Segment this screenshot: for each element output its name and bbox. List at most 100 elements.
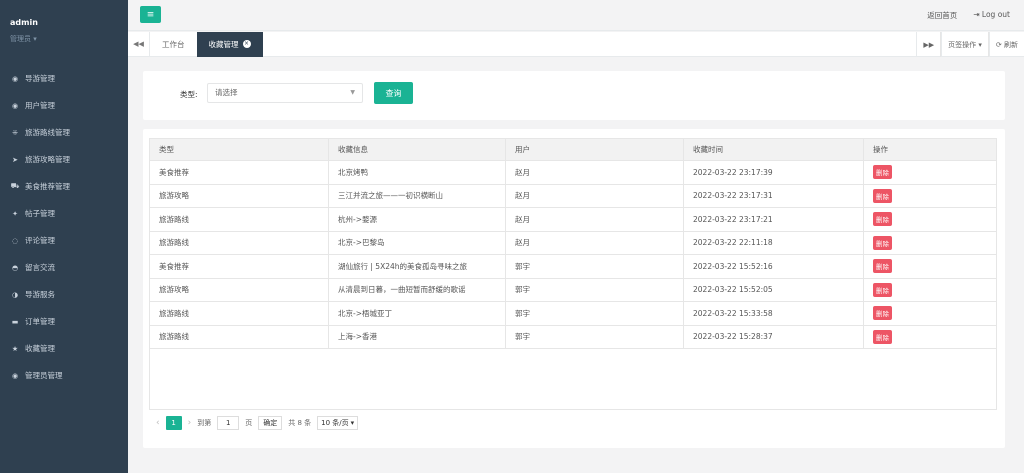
- current-page-button[interactable]: 1: [165, 416, 182, 430]
- sidebar-item[interactable]: ➤ 旅游攻略管理: [0, 146, 128, 173]
- type-select[interactable]: 请选择 ▼: [207, 83, 363, 103]
- logout-icon: ⇥: [973, 10, 980, 19]
- sidebar-item[interactable]: ◌ 评论管理: [0, 227, 128, 254]
- table-cell: 三江并流之旅——一初识横断山: [329, 184, 506, 207]
- sidebar-item-label: 订单管理: [25, 317, 55, 326]
- tab-options-dropdown[interactable]: 页签操作 ▾: [941, 32, 989, 57]
- double-left-arrow-icon: ◀◀: [133, 40, 144, 48]
- type-label: 类型:: [180, 90, 198, 99]
- table-cell: 旅游路线: [150, 302, 329, 325]
- table-cell: 旅游路线: [150, 231, 329, 254]
- delete-button[interactable]: 删除: [873, 329, 892, 344]
- tab-scroll-right-button[interactable]: ▶▶: [916, 32, 942, 57]
- table-cell: 赵月: [506, 161, 684, 184]
- double-right-arrow-icon: ▶▶: [923, 40, 935, 49]
- refresh-button[interactable]: ⟳ 刷新: [988, 32, 1024, 57]
- goto-prefix: 到第: [197, 419, 212, 427]
- table-cell: 郭宇: [506, 325, 684, 348]
- sidebar-item[interactable]: ✦ 帖子管理: [0, 200, 128, 227]
- tab-favorites[interactable]: 收藏管理 ×: [196, 31, 263, 57]
- table-body: 美食推荐 北京烤鸭 赵月 2022-03-22 23:17:39 删除 旅游攻略 三江并流之…: [150, 161, 996, 349]
- table-cell: 2022-03-22 23:17:31: [684, 184, 864, 207]
- column-header: 收藏时间: [684, 139, 864, 160]
- table-cell: 旅游路线: [150, 208, 329, 231]
- table-cell: 北京->巴黎岛: [329, 231, 506, 254]
- tab-scroll-left-button[interactable]: ◀◀: [128, 31, 150, 57]
- topbar-actions: 返回首页 ⇥ Log out: [927, 10, 1010, 21]
- sidebar-item-label: 评论管理: [25, 236, 55, 245]
- table-cell: 从清晨到日暮，一曲短暂而舒缓的歌谣: [329, 278, 506, 301]
- delete-button[interactable]: 删除: [873, 212, 892, 227]
- sidebar-item[interactable]: ⛟ 美食推荐管理: [0, 173, 128, 200]
- hamburger-icon: ≡: [146, 9, 155, 20]
- table-row: 美食推荐 北京烤鸭 赵月 2022-03-22 23:17:39 删除: [150, 161, 996, 185]
- menu-toggle-button[interactable]: ≡: [140, 6, 161, 23]
- table-cell: 湖仙旅行 | 5X24h的美食孤岛寻味之旅: [329, 255, 506, 278]
- sidebar-item[interactable]: ◉ 导游管理: [0, 65, 128, 92]
- table-cell: 赵月: [506, 208, 684, 231]
- delete-button[interactable]: 删除: [873, 306, 892, 321]
- delete-button[interactable]: 删除: [873, 282, 892, 297]
- sidebar-item[interactable]: ⁜ 旅游路线管理: [0, 119, 128, 146]
- sidebar-item[interactable]: ▬ 订单管理: [0, 308, 128, 335]
- sidebar-item-label: 导游管理: [25, 74, 55, 83]
- tabs-bar: ◀◀ 工作台 收藏管理 × ▶▶ 页签操作 ▾ ⟳ 刷新: [128, 31, 1024, 57]
- column-header: 用户: [506, 139, 684, 160]
- sidebar-item-label: 旅游路线管理: [25, 128, 70, 137]
- user-circle-icon: ◉: [11, 74, 19, 83]
- tab-workbench[interactable]: 工作台: [150, 32, 197, 57]
- user-profile: admin 管理员 ▾: [0, 0, 128, 62]
- table-cell: 美食推荐: [150, 161, 329, 184]
- home-link[interactable]: 返回首页: [927, 10, 957, 21]
- action-cell: 删除: [864, 208, 996, 231]
- admin-icon: ◉: [11, 371, 19, 380]
- query-button[interactable]: 查询: [374, 82, 413, 104]
- paper-plane-icon: ➤: [12, 155, 18, 164]
- table-cell: 郭宇: [506, 278, 684, 301]
- sidebar-item[interactable]: ◑ 导游服务: [0, 281, 128, 308]
- next-page-button[interactable]: ›: [188, 418, 192, 428]
- table-cell: 北京烤鸭: [329, 161, 506, 184]
- table-cell: 2022-03-22 15:52:05: [684, 278, 864, 301]
- sidebar-item-label: 用户管理: [25, 101, 55, 110]
- prev-page-button[interactable]: ‹: [156, 418, 160, 428]
- table-cell: 旅游攻略: [150, 184, 329, 207]
- logout-link[interactable]: ⇥ Log out: [973, 10, 1010, 21]
- sidebar-item[interactable]: ◉ 管理员管理: [0, 362, 128, 389]
- flash-icon: ✦: [12, 209, 18, 218]
- table-row: 旅游路线 北京->梧城亚丁 郭宇 2022-03-22 15:33:58 删除: [150, 302, 996, 326]
- sidebar-item[interactable]: ★ 收藏管理: [0, 335, 128, 362]
- column-header: 操作: [873, 145, 888, 154]
- table-cell: 赵月: [506, 231, 684, 254]
- total-count: 共 8 条: [288, 419, 312, 427]
- delete-button[interactable]: 删除: [873, 188, 892, 203]
- sidebar-item[interactable]: ◉ 用户管理: [0, 92, 128, 119]
- action-cell: 删除: [864, 326, 996, 349]
- sidebar-item-label: 旅游攻略管理: [25, 155, 70, 164]
- username: admin: [10, 18, 38, 27]
- delete-button[interactable]: 删除: [873, 259, 892, 274]
- table-row: 旅游攻略 三江并流之旅——一初识横断山 赵月 2022-03-22 23:17:31 删…: [150, 184, 996, 208]
- goto-confirm-button[interactable]: 确定: [258, 416, 283, 430]
- table-cell: 2022-03-22 22:11:18: [684, 231, 864, 254]
- table-cell: 上海->香港: [329, 325, 506, 348]
- tab-label: 收藏管理: [208, 39, 239, 49]
- sidebar-item-label: 导游服务: [25, 290, 55, 299]
- goto-page-input[interactable]: 1: [217, 416, 240, 430]
- action-cell: 删除: [864, 279, 996, 302]
- action-cell: 删除: [864, 232, 996, 255]
- sidebar-item[interactable]: ◓ 留言交流: [0, 254, 128, 281]
- sidebar-item-label: 美食推荐管理: [25, 182, 70, 191]
- table-row: 旅游攻略 从清晨到日暮，一曲短暂而舒缓的歌谣 郭宇 2022-03-22 15:52:…: [150, 278, 996, 302]
- sidebar: admin 管理员 ▾ ◉ 导游管理 ◉ 用户管理 ⁜ 旅游路线管理 ➤ 旅游攻略管理 ⛟ 美食推…: [0, 0, 128, 473]
- delete-button[interactable]: 删除: [873, 165, 892, 180]
- page-size-select[interactable]: 10 条/页 ▾: [317, 416, 359, 430]
- user-role-dropdown[interactable]: 管理员 ▾: [10, 34, 128, 44]
- favorites-table: 类型 收藏信息 用户 收藏时间 操作 美食推荐 北京烤鸭 赵月 2022-03-22 23:1…: [149, 138, 997, 410]
- table-cell: 2022-03-22 15:28:37: [684, 325, 864, 348]
- logout-label: Log out: [981, 10, 1010, 19]
- caret-down-icon: ▼: [350, 89, 355, 96]
- close-icon[interactable]: ×: [242, 40, 251, 48]
- delete-button[interactable]: 删除: [873, 235, 892, 250]
- table-cell: 郭宇: [506, 302, 684, 325]
